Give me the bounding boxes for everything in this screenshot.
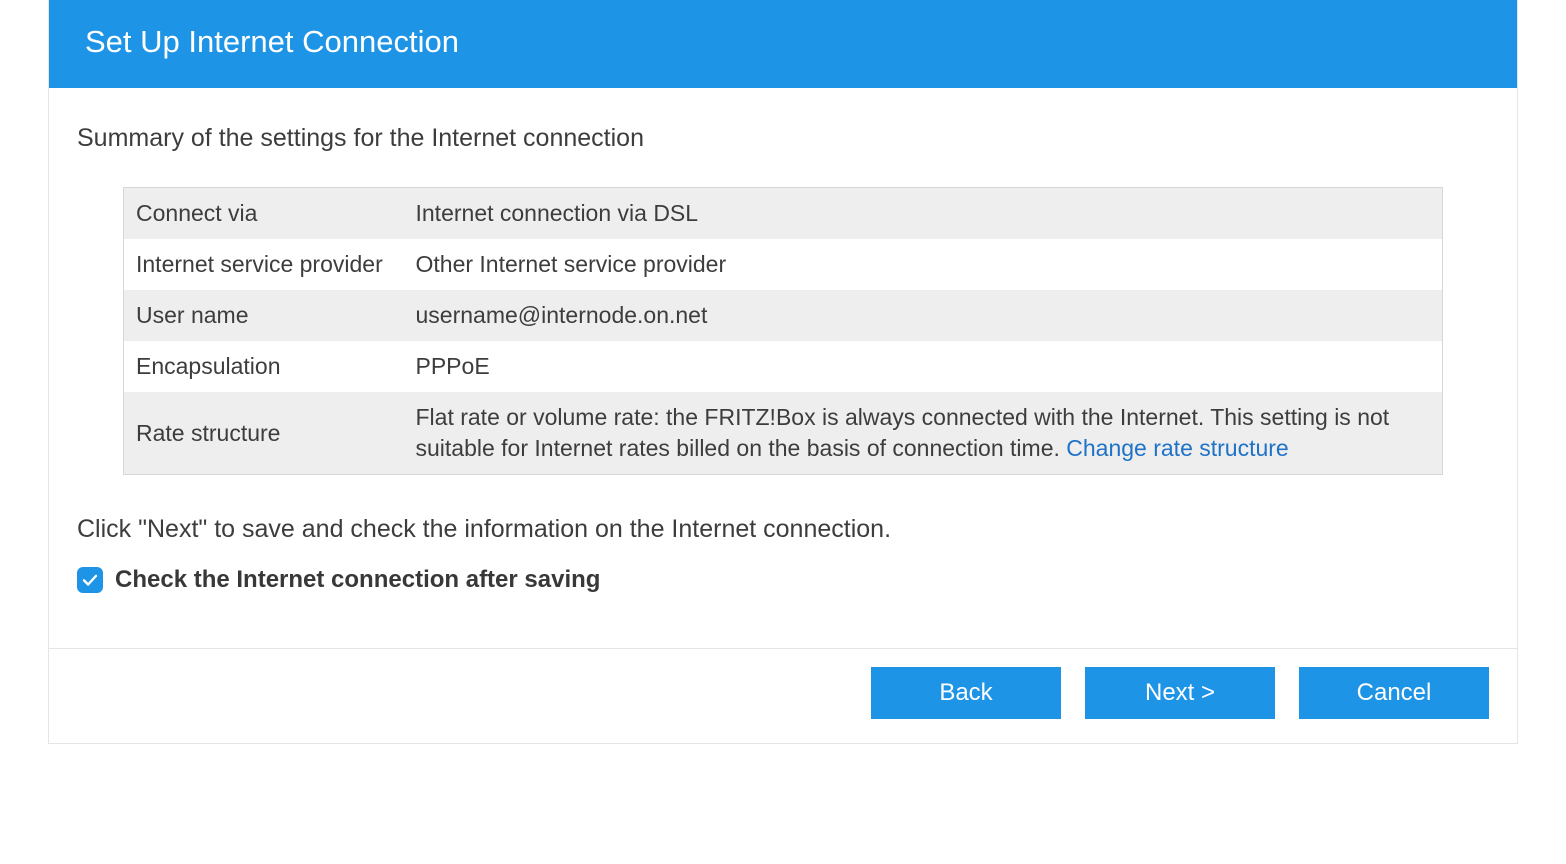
value-user-name: username@internode.on.net	[404, 290, 1443, 341]
instruction-text: Click "Next" to save and check the infor…	[77, 515, 1489, 544]
check-connection-label: Check the Internet connection after savi…	[115, 566, 600, 594]
row-connect-via: Connect via Internet connection via DSL	[124, 188, 1443, 240]
label-isp: Internet service provider	[124, 239, 404, 290]
next-button[interactable]: Next >	[1085, 667, 1275, 719]
cancel-button[interactable]: Cancel	[1299, 667, 1489, 719]
row-user-name: User name username@internode.on.net	[124, 290, 1443, 341]
change-rate-structure-link[interactable]: Change rate structure	[1066, 435, 1288, 461]
value-rate-structure: Flat rate or volume rate: the FRITZ!Box …	[404, 392, 1443, 475]
window-title: Set Up Internet Connection	[85, 24, 459, 59]
checkmark-icon	[81, 571, 99, 589]
label-connect-via: Connect via	[124, 188, 404, 240]
row-rate-structure: Rate structure Flat rate or volume rate:…	[124, 392, 1443, 475]
titlebar: Set Up Internet Connection	[49, 0, 1517, 88]
settings-summary-table: Connect via Internet connection via DSL …	[123, 187, 1443, 475]
summary-heading: Summary of the settings for the Internet…	[77, 124, 1489, 153]
label-rate-structure: Rate structure	[124, 392, 404, 475]
value-connect-via: Internet connection via DSL	[404, 188, 1443, 240]
back-button[interactable]: Back	[871, 667, 1061, 719]
wizard-body: Summary of the settings for the Internet…	[49, 88, 1517, 608]
check-connection-row: Check the Internet connection after savi…	[77, 566, 1489, 594]
label-user-name: User name	[124, 290, 404, 341]
label-encapsulation: Encapsulation	[124, 341, 404, 392]
value-encapsulation: PPPoE	[404, 341, 1443, 392]
value-isp: Other Internet service provider	[404, 239, 1443, 290]
wizard-footer: Back Next > Cancel	[49, 648, 1517, 743]
setup-wizard-window: Set Up Internet Connection Summary of th…	[48, 0, 1518, 744]
check-connection-checkbox[interactable]	[77, 567, 103, 593]
row-encapsulation: Encapsulation PPPoE	[124, 341, 1443, 392]
row-isp: Internet service provider Other Internet…	[124, 239, 1443, 290]
